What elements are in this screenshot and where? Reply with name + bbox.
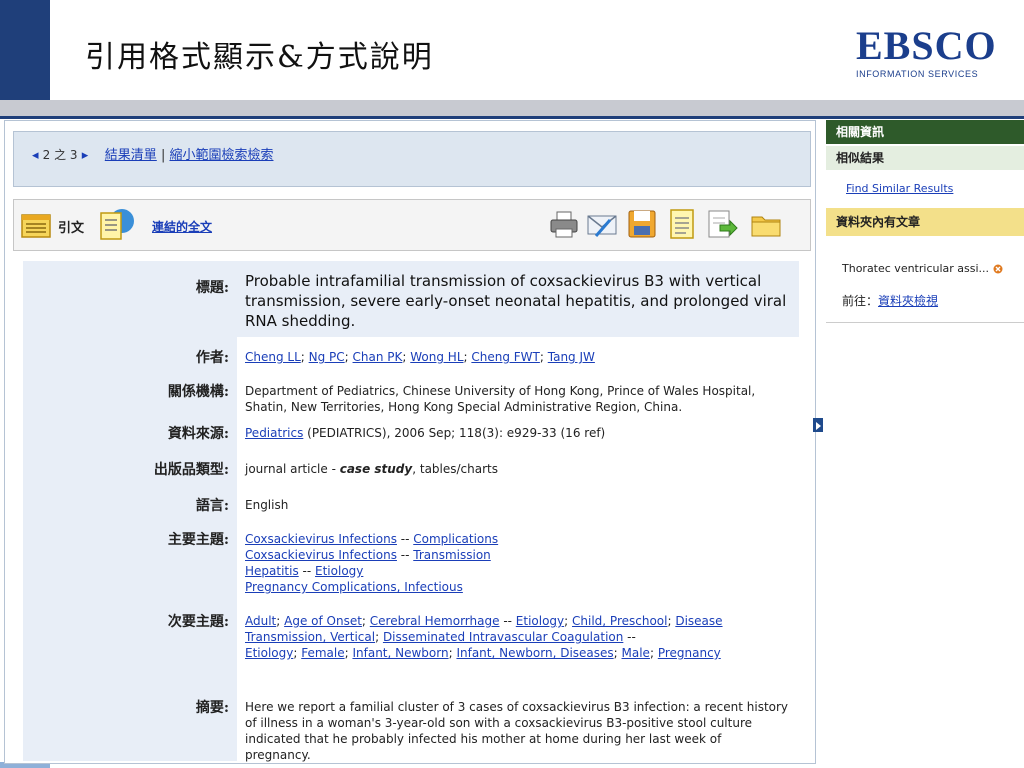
- authors-list: Cheng LL; Ng PC; Chan PK; Wong HL; Cheng…: [245, 350, 595, 364]
- minor-subjects-list: Adult; Age of Onset; Cerebral Hemorrhage…: [245, 613, 790, 661]
- title-label: 標題:: [195, 280, 229, 296]
- record-details: 標題: Probable intrafamilial transmission …: [23, 261, 799, 763]
- result-list-link[interactable]: 結果清單: [105, 148, 157, 163]
- abstract-value: Here we report a familial cluster of 3 c…: [245, 700, 789, 762]
- citation-icon[interactable]: [20, 209, 52, 241]
- pubtype-value: journal article - case study, tables/cha…: [245, 462, 498, 476]
- email-icon[interactable]: [586, 208, 618, 240]
- author-link[interactable]: Ng PC: [309, 350, 345, 364]
- sidebar-toggle-handle[interactable]: [813, 418, 823, 432]
- language-label: 語言:: [195, 498, 229, 514]
- language-value: English: [245, 498, 289, 512]
- print-icon[interactable]: [548, 208, 580, 240]
- linked-full-text-icon[interactable]: [98, 205, 136, 243]
- author-link[interactable]: Chan PK: [353, 350, 403, 364]
- minor-subject-line: Adult; Age of Onset; Cerebral Hemorrhage…: [245, 614, 723, 628]
- find-similar-results-link[interactable]: Find Similar Results: [846, 182, 953, 195]
- header-divider: [54, 0, 58, 100]
- linked-full-text-link[interactable]: 連結的全文: [152, 218, 212, 235]
- source-journal-link[interactable]: Pediatrics: [245, 426, 303, 440]
- source-label: 資料來源:: [167, 426, 229, 442]
- author-link[interactable]: Tang JW: [548, 350, 595, 364]
- author-link[interactable]: Cheng FWT: [471, 350, 540, 364]
- save-icon[interactable]: [626, 208, 658, 240]
- related-info-sidebar: 相關資訊 相似結果 Find Similar Results 資料夾內有文章 T…: [826, 120, 1024, 323]
- add-to-folder-icon[interactable]: [750, 208, 782, 240]
- author-link[interactable]: Wong HL: [410, 350, 463, 364]
- folder-goto: 前往：資料夾檢視: [842, 292, 938, 309]
- slide-left-accent-bar: [0, 0, 50, 100]
- minor-subject-line: Transmission, Vertical; Disseminated Int…: [245, 630, 636, 644]
- header-blue-rule: [0, 116, 1024, 119]
- major-subject-row: Coxsackievirus Infections -- Complicatio…: [245, 532, 499, 546]
- next-result-icon[interactable]: ▸: [82, 148, 89, 163]
- result-navigation-bar: ◂ 2 之 3 ▸ 結果清單 | 縮小範圍檢索檢索: [13, 131, 811, 187]
- abstract-label: 摘要:: [195, 700, 229, 716]
- similar-results-header: 相似結果: [826, 146, 1024, 170]
- source-value: Pediatrics (PEDIATRICS), 2006 Sep; 118(3…: [245, 426, 606, 440]
- logo-wordmark: EBSCO: [856, 23, 997, 68]
- slide-title: 引用格式顯示&方式說明: [85, 40, 434, 75]
- remove-item-icon[interactable]: [993, 264, 1003, 274]
- minor-subject-line: Etiology; Female; Infant, Newborn; Infan…: [245, 646, 721, 660]
- previous-result-icon[interactable]: ◂: [32, 148, 39, 163]
- record-toolbar: 引文 連結的全文: [13, 199, 811, 251]
- author-link[interactable]: Cheng LL: [245, 350, 301, 364]
- folder-header: 資料夾內有文章: [826, 208, 1024, 236]
- export-icon[interactable]: [706, 208, 738, 240]
- citation-tab-label[interactable]: 引文: [58, 217, 84, 236]
- logo-tagline: INFORMATION SERVICES: [856, 69, 979, 79]
- major-subject-row: Coxsackievirus Infections -- Transmissio…: [245, 548, 491, 562]
- chevron-right-icon: [816, 422, 821, 430]
- affiliation-label: 關係機構:: [167, 384, 229, 400]
- major-subject-row: Pregnancy Complications, Infectious: [245, 580, 463, 594]
- folder-view-link[interactable]: 資料夾檢視: [878, 294, 938, 308]
- major-subjects-list: Coxsackievirus Infections -- Complicatio…: [245, 531, 790, 595]
- record-title: Probable intrafamilial transmission of c…: [245, 272, 787, 330]
- result-position: 2 之 3: [42, 148, 78, 162]
- record-panel: ◂ 2 之 3 ▸ 結果清單 | 縮小範圍檢索檢索 引文 連結的全文 標題: P…: [4, 120, 816, 764]
- nav-separator: |: [160, 148, 166, 163]
- folder-item-title[interactable]: Thoratec ventricular assi...: [842, 262, 989, 275]
- major-subjects-label: 主要主題:: [167, 532, 229, 548]
- folder-item: Thoratec ventricular assi...: [842, 262, 1003, 275]
- ebsco-logo: EBSCO INFORMATION SERVICES: [856, 26, 1004, 82]
- affiliation-value: Department of Pediatrics, Chinese Univer…: [245, 384, 756, 414]
- cite-icon[interactable]: [666, 208, 698, 240]
- pubtype-label: 出版品類型:: [153, 462, 229, 478]
- minor-subjects-label: 次要主題:: [167, 614, 229, 630]
- authors-label: 作者:: [195, 350, 229, 366]
- refine-search-link[interactable]: 縮小範圍檢索檢索: [169, 148, 273, 163]
- goto-label: 前往：: [842, 294, 879, 308]
- sidebar-header: 相關資訊: [826, 120, 1024, 144]
- major-subject-row: Hepatitis -- Etiology: [245, 564, 364, 578]
